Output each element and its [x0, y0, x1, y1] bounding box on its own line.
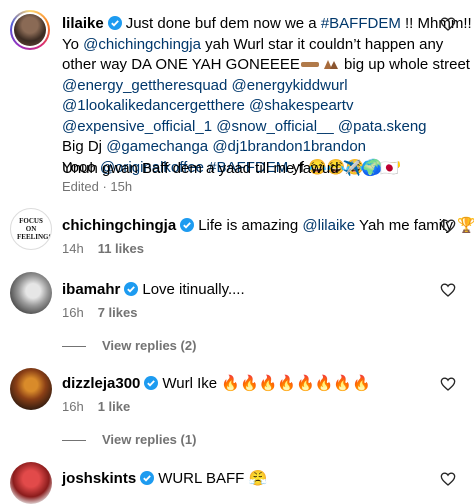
- like-heart-icon[interactable]: [440, 218, 456, 234]
- comment-text: Wurl Ike 🔥🔥🔥🔥🔥🔥🔥🔥: [162, 375, 371, 392]
- like-heart-icon[interactable]: [440, 282, 456, 298]
- comment-text: other way DA ONE YAH GONEEEE: [62, 56, 300, 73]
- verified-badge-icon: [124, 282, 139, 296]
- comment-4-meta: 16h 1 like: [62, 399, 130, 414]
- comment-text: Life is amazing: [198, 217, 303, 234]
- comment-text: !! Mhmm!!: [400, 15, 472, 32]
- view-replies-label: View replies (1): [102, 432, 197, 447]
- mention-link[interactable]: @gamechanga @dj1brandon1brandon: [106, 138, 366, 155]
- comment-text: yah Wurl star it couldn’t happen any: [200, 35, 444, 53]
- verified-badge-icon: [144, 376, 159, 390]
- timestamp: 16h: [62, 399, 84, 414]
- username-ibamahr[interactable]: ibamahr: [62, 281, 120, 298]
- divider: [62, 440, 86, 442]
- comment-text: WURL BAFF 😤: [158, 470, 268, 487]
- comment-1-line-2: Yo @chichingchingja yah Wurl star it cou…: [62, 35, 443, 55]
- username-joshskints[interactable]: joshskints: [62, 470, 136, 487]
- comment-text: Yo: [62, 35, 84, 53]
- comment-1-line-7: Big Dj @gamechanga @dj1brandon1brandon: [62, 137, 366, 157]
- like-heart-icon[interactable]: [440, 376, 456, 392]
- comment-2-line: chichingchingja Life is amazing @lilaike …: [62, 216, 474, 236]
- mention-link[interactable]: @chichingchingja: [83, 36, 201, 53]
- comment-1-line-9: Unuh gwan Baff dem a yaad till me fawud …: [62, 160, 399, 177]
- like-heart-icon[interactable]: [440, 16, 456, 32]
- comment-3-meta: 16h 7 likes: [62, 305, 137, 320]
- avatar-ibamahr[interactable]: [10, 272, 52, 314]
- comment-text: Love itinually....: [142, 281, 245, 298]
- comment-text: Just done buf dem now we a: [125, 15, 321, 32]
- comment-1-line-1: lilaike Just done buf dem now we a #BAFFD…: [62, 14, 472, 34]
- timestamp: 16h: [62, 305, 84, 320]
- mention-link[interactable]: @lilaike: [302, 217, 355, 234]
- likes-count[interactable]: 1 like: [98, 399, 131, 414]
- likes-count[interactable]: 11 likes: [98, 241, 144, 256]
- comment-5-line: joshskints WURL BAFF 😤: [62, 469, 267, 489]
- username-dizzleja300[interactable]: dizzleja300: [62, 375, 140, 392]
- emoji-icons: [300, 57, 340, 77]
- like-heart-icon[interactable]: [440, 471, 456, 487]
- mention-line[interactable]: @expensive_official_1 @snow_official__ @…: [62, 117, 427, 137]
- comment-2-meta: 14h 11 likes: [62, 241, 144, 256]
- comment-4-line: dizzleja300 Wurl Ike 🔥🔥🔥🔥🔥🔥🔥🔥: [62, 374, 371, 394]
- mention-line[interactable]: @1lookalikedancergetthere @shakespeartv: [62, 96, 353, 116]
- avatar-joshskints[interactable]: [10, 462, 52, 504]
- verified-badge-icon: [107, 16, 122, 30]
- username-chichingchingja[interactable]: chichingchingja: [62, 217, 176, 234]
- comment-text: big up whole street: [339, 56, 470, 73]
- avatar-dizzleja300[interactable]: [10, 368, 52, 410]
- verified-badge-icon: [180, 218, 195, 232]
- comment-3-line: ibamahr Love itinually....: [62, 280, 245, 300]
- view-replies-button[interactable]: View replies (1): [62, 432, 196, 447]
- comment-text: Yah me family 🏆: [355, 217, 474, 234]
- avatar-chichingchingja[interactable]: FOCUS ON FEELINGS: [10, 208, 52, 250]
- comment-1-meta: Edited · 15h: [62, 179, 133, 194]
- verified-badge-icon: [140, 471, 155, 485]
- timestamp: 14h: [62, 241, 84, 256]
- view-replies-label: View replies (2): [102, 338, 197, 353]
- view-replies-button[interactable]: View replies (2): [62, 338, 196, 353]
- likes-count[interactable]: 7 likes: [98, 305, 138, 320]
- username-lilaike[interactable]: lilaike: [62, 15, 104, 32]
- comment-text: Big Dj: [62, 138, 107, 155]
- divider: [62, 346, 86, 348]
- hashtag-link[interactable]: #BAFFDEM: [321, 15, 401, 32]
- avatar-lilaike[interactable]: [10, 10, 50, 50]
- comment-1-line-3: other way DA ONE YAH GONEEEE big up whol…: [62, 55, 470, 77]
- mention-line[interactable]: @energy_gettheresquad @energykiddwurl: [62, 76, 348, 96]
